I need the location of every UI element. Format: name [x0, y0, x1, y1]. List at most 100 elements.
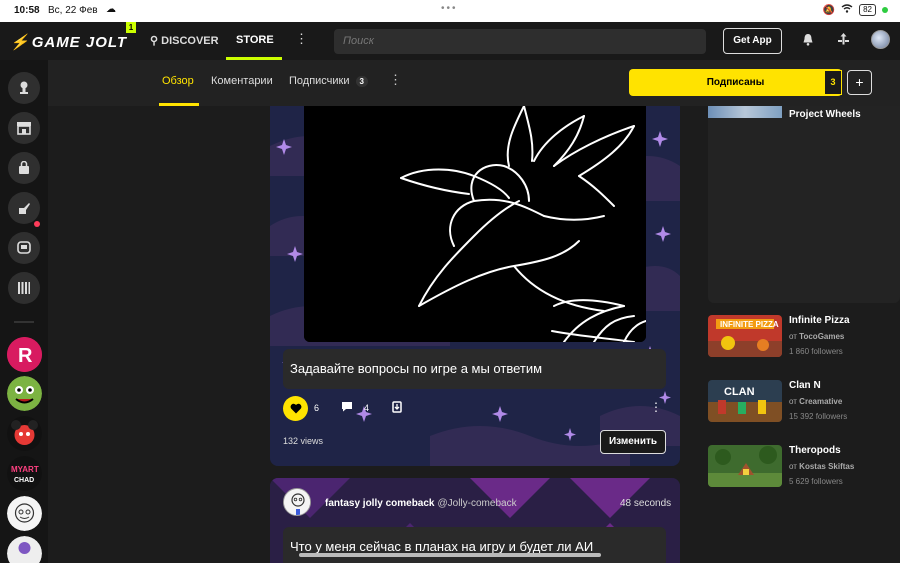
add-button[interactable]: +	[847, 70, 872, 95]
dev-prefix: от	[789, 332, 797, 341]
bell-icon[interactable]	[802, 33, 814, 49]
logo-text: GAME JOLT	[31, 34, 128, 51]
sidebar-community-avatar[interactable]: R	[7, 337, 42, 372]
mute-icon: 🔕	[822, 4, 836, 16]
post-title-box: Задавайте вопросы по игре а мы ответим	[283, 349, 666, 389]
post-time: 48 seconds	[620, 498, 672, 509]
game-followers: 5 629 followers	[789, 477, 843, 486]
game-developer: от Kostas Skiftas	[789, 462, 854, 471]
post-author[interactable]: fantasy jolly comeback @Jolly-comeback	[325, 498, 517, 509]
dev-name: Creamative	[799, 397, 843, 406]
nav-store[interactable]: STORE	[236, 34, 274, 46]
tab-overview[interactable]: Обзор	[162, 75, 194, 87]
game-thumbnail: INFINITE PIZZA	[708, 315, 782, 357]
game-thumbnail	[708, 106, 782, 118]
svg-text:CHAD: CHAD	[14, 477, 34, 484]
sidebar-creator-icon[interactable]	[8, 192, 40, 224]
sidebar-community-avatar[interactable]	[7, 376, 42, 411]
game-title: Infinite Pizza	[789, 315, 850, 326]
sidebar-community-avatar[interactable]: MYART CHAD	[7, 456, 42, 491]
left-sidebar: R MYART CHAD	[0, 60, 48, 563]
app-root: 10:58 Вс, 22 Фев ☁ ••• 🔕 82 ⚡ GAME JOLT 1…	[0, 0, 900, 563]
following-count: 3	[824, 70, 842, 95]
sidebar-divider	[14, 321, 34, 323]
user-avatar[interactable]	[871, 30, 890, 49]
game-title: Theropods	[789, 445, 841, 456]
author-avatar[interactable]	[283, 488, 311, 516]
nav-discover-label: DISCOVER	[161, 35, 219, 47]
sidebar-community-avatar[interactable]	[7, 536, 42, 563]
game-card-partial[interactable]: Project Wheels	[708, 106, 900, 303]
tab-followers-label: Подписчики	[289, 75, 350, 87]
wifi-icon	[841, 4, 853, 16]
like-button[interactable]	[283, 396, 308, 421]
post-views: 132 views	[283, 436, 324, 446]
game-title: Project Wheels	[789, 109, 861, 120]
game-row[interactable]: Theropods от Kostas Skiftas 5 629 follow…	[708, 445, 900, 505]
sidebar-store-icon[interactable]	[8, 112, 40, 144]
sidebar-shop-bag-icon[interactable]	[8, 152, 40, 184]
status-date: Вс, 22 Фев	[48, 5, 98, 16]
post-more-icon[interactable]: ⋮	[650, 400, 662, 414]
tab-followers[interactable]: Подписчики 3	[289, 75, 368, 87]
home-indicator[interactable]	[299, 553, 601, 557]
sidebar-community-avatar[interactable]	[7, 416, 42, 451]
game-row[interactable]: CLAN Clan N от Creamative 15 392 followe…	[708, 380, 900, 440]
sidebar-library-icon[interactable]	[8, 272, 40, 304]
sidebar-chat-icon[interactable]	[8, 232, 40, 264]
dev-name: Kostas Skiftas	[799, 462, 855, 471]
game-followers: 1 860 followers	[789, 347, 843, 356]
battery-icon: 82	[859, 4, 876, 16]
nav-discover[interactable]: ⚲ DISCOVER	[150, 34, 219, 47]
compass-icon: ⚲	[150, 35, 159, 47]
svg-text:CLAN: CLAN	[724, 386, 755, 398]
system-icons: 🔕 82	[823, 4, 888, 16]
game-thumbnail	[708, 445, 782, 487]
dev-prefix: от	[789, 462, 797, 471]
post-title: Что у меня сейчас в планах на игру и буд…	[290, 539, 594, 554]
like-count: 6	[314, 403, 320, 413]
author-name: fantasy jolly comeback	[325, 498, 435, 509]
tab-comments[interactable]: Коментарии	[211, 75, 273, 87]
share-icon[interactable]	[391, 401, 403, 416]
dev-name: TocoGames	[799, 332, 845, 341]
more-menu-icon[interactable]: ⋮	[389, 72, 402, 88]
camera-indicator-icon	[882, 7, 888, 13]
gamejolt-logo[interactable]: ⚡ GAME JOLT	[10, 33, 127, 51]
multitask-dots-icon[interactable]: •••	[441, 3, 458, 14]
author-handle: @Jolly-comeback	[437, 498, 517, 509]
sidebar-community-avatar[interactable]	[7, 496, 42, 531]
edit-button[interactable]: Изменить	[600, 430, 666, 454]
bolt-icon: ⚡	[10, 34, 30, 51]
search-input[interactable]: Поиск	[334, 29, 706, 54]
sidebar-home-icon[interactable]	[8, 72, 40, 104]
game-developer: от Creamative	[789, 397, 842, 406]
comment-count: 4	[364, 403, 370, 413]
post-card: Задавайте вопросы по игре а мы ответим 6…	[270, 106, 680, 466]
comment-icon[interactable]	[341, 401, 353, 415]
dev-prefix: от	[789, 397, 797, 406]
status-time: 10:58	[14, 5, 40, 16]
activity-icon[interactable]	[837, 32, 850, 48]
game-title: Clan N	[789, 380, 821, 391]
post-card: fantasy jolly comeback @Jolly-comeback 48…	[270, 478, 680, 563]
post-title-box: Что у меня сейчас в планах на игру и буд…	[283, 527, 666, 563]
game-row[interactable]: INFINITE PIZZA Infinite Pizza от TocoGam…	[708, 315, 900, 375]
post-image[interactable]	[304, 106, 646, 342]
following-button[interactable]: Подписаны	[629, 69, 842, 96]
tab-active-indicator	[159, 103, 199, 106]
community-subnav: Обзор Коментарии Подписчики 3 ⋮ Подписаны…	[48, 60, 900, 106]
more-menu-icon[interactable]: ⋮	[295, 31, 308, 47]
followers-count-badge: 3	[355, 76, 368, 87]
sidebar-notification-dot	[34, 221, 40, 227]
get-app-button[interactable]: Get App	[723, 28, 782, 54]
svg-text:INFINITE PIZZA: INFINITE PIZZA	[720, 320, 779, 329]
flower-drawing	[304, 106, 646, 342]
status-bar: 10:58 Вс, 22 Фев ☁ ••• 🔕 82	[0, 0, 900, 22]
game-followers: 15 392 followers	[789, 412, 848, 421]
cloud-icon: ☁	[106, 4, 116, 15]
post-title: Задавайте вопросы по игре а мы ответим	[290, 361, 543, 376]
top-nav: ⚡ GAME JOLT 1 ⚲ DISCOVER STORE ⋮ Поиск Ge…	[0, 22, 900, 60]
notification-badge: 1	[126, 22, 136, 33]
following-label: Подписаны	[706, 77, 765, 88]
